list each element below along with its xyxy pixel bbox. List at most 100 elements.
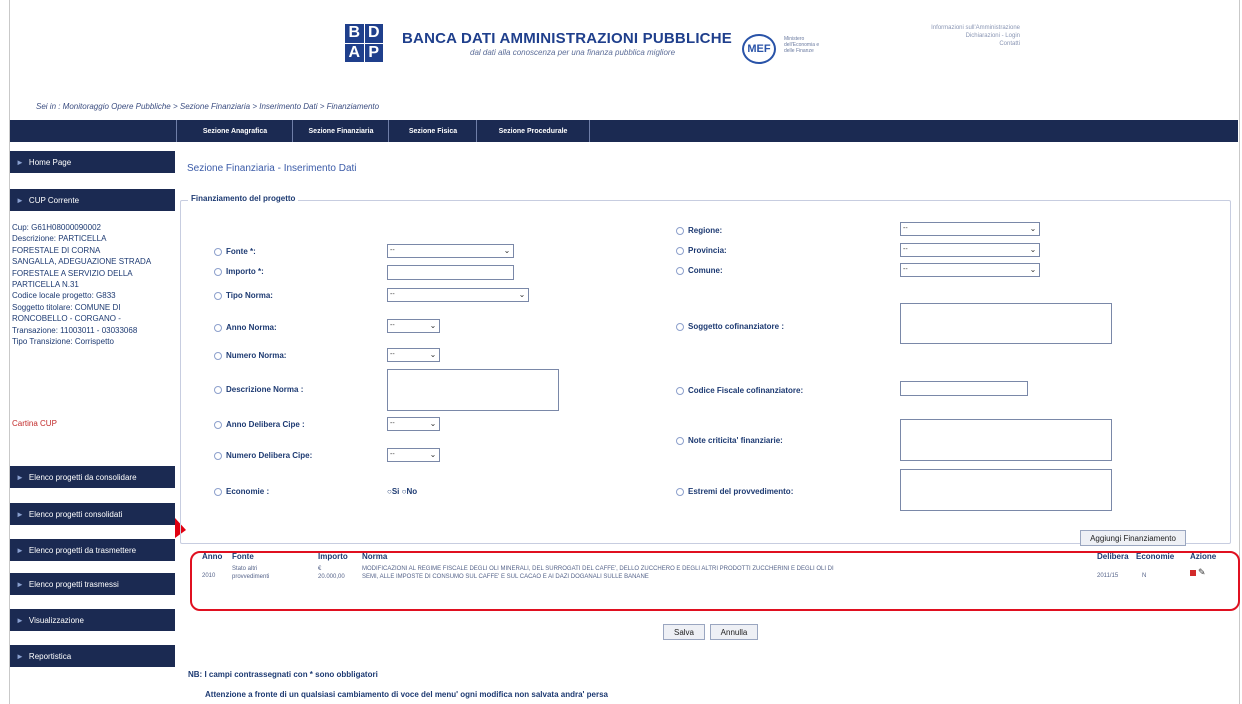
mef-logo[interactable]: MEF [742, 34, 776, 64]
cup-info-line: Codice locale progetto: G833 [12, 291, 116, 301]
sidebar-item-da-trasmettere[interactable]: ► Elenco progetti da trasmettere [10, 539, 175, 561]
label-numero-norma: Numero Norma: [214, 351, 286, 360]
radio-label-si: Si [391, 487, 400, 496]
select-value: -- [390, 451, 395, 458]
sidebar-item-reportistica[interactable]: ► Reportistica [10, 645, 175, 667]
tab-sezione-anagrafica[interactable]: Sezione Anagrafica [176, 120, 293, 142]
fieldset-legend: Finanziamento del progetto [188, 194, 299, 203]
label-descrizione-norma: Descrizione Norma : [214, 385, 303, 394]
label-text: Numero Norma: [226, 351, 287, 360]
tab-sezione-procedurale[interactable]: Sezione Procedurale [476, 120, 590, 142]
tab-sezione-fisica[interactable]: Sezione Fisica [388, 120, 477, 142]
descrizione-norma-textarea[interactable] [387, 369, 559, 411]
breadcrumb: Sei in : Monitoraggio Opere Pubbliche > … [36, 102, 380, 111]
save-button[interactable]: Salva [663, 624, 705, 640]
highlight-box [190, 551, 1240, 611]
tab-sezione-finanziaria[interactable]: Sezione Finanziaria [292, 120, 389, 142]
help-icon [214, 420, 222, 429]
top-link-login[interactable]: Dichiarazioni - Login [870, 32, 1020, 40]
sidebar-cup-label: CUP Corrente [28, 195, 80, 205]
sidebar-item-consolidati[interactable]: ► Elenco progetti consolidati [10, 503, 175, 525]
label-numero-delibera: Numero Delibera Cipe: [214, 451, 312, 460]
top-link-info[interactable]: Informazioni sull'Amministrazione [870, 24, 1020, 32]
cup-info-line: Soggetto titolare: COMUNE DI [12, 302, 121, 312]
top-link-contatti[interactable]: Contatti [870, 40, 1020, 48]
estremi-textarea[interactable] [900, 469, 1112, 511]
cup-info-line: Transazione: 11003011 - 03033068 [12, 325, 138, 335]
numero-delibera-select[interactable]: -- ⌄ [387, 448, 440, 462]
label-comune: Comune: [676, 266, 723, 275]
cancel-button[interactable]: Annulla [710, 624, 758, 640]
cup-info: Cup: G61H08000090002 Descrizione: PARTIC… [12, 222, 172, 347]
economie-radio-group: ○Si ○No [387, 487, 417, 496]
label-codice-fiscale: Codice Fiscale cofinanziatore: [676, 386, 803, 395]
label-text: Comune: [688, 266, 723, 275]
select-value: -- [903, 266, 908, 273]
cup-info-line: SANGALLA, ADEGUAZIONE STRADA [12, 257, 152, 267]
label-text: Economie : [226, 487, 270, 496]
note-criticita-textarea[interactable] [900, 419, 1112, 461]
provincia-select[interactable]: -- ⌄ [900, 243, 1040, 257]
cartina-cup-link[interactable]: Cartina CUP [12, 419, 57, 428]
help-icon [214, 291, 222, 300]
sidebar-home-label: Home Page [28, 157, 72, 167]
mef-text: Ministero dell'Economia e delle Finanze [784, 36, 820, 54]
fonte-select[interactable]: -- ⌄ [387, 244, 514, 258]
top-links: Informazioni sull'Amministrazione Dichia… [870, 24, 1020, 48]
sidebar-cup[interactable]: ► CUP Corrente [10, 189, 175, 211]
help-icon [214, 247, 222, 256]
importo-input[interactable] [387, 265, 514, 280]
chevron-down-icon: ⌄ [1029, 245, 1037, 254]
label-text: Importo *: [226, 267, 264, 276]
help-icon [676, 226, 684, 235]
label-note-criticita: Note criticita' finanziarie: [676, 436, 783, 445]
select-value: -- [390, 247, 395, 254]
label-anno-delibera: Anno Delibera Cipe : [214, 420, 305, 429]
label-text: Note criticita' finanziarie: [688, 436, 783, 445]
label-text: Fonte *: [226, 247, 256, 256]
arrow-icon: ► [16, 509, 24, 519]
help-icon [676, 386, 684, 395]
logo-letter-b: B [345, 24, 364, 43]
arrow-icon: ► [16, 472, 24, 482]
numero-norma-select[interactable]: -- ⌄ [387, 348, 440, 362]
section-title: Sezione Finanziaria - Inserimento Dati [187, 163, 357, 174]
logo-letter-d: D [364, 24, 383, 43]
soggetto-cofinanziatore-textarea[interactable] [900, 303, 1112, 344]
codice-fiscale-input[interactable] [900, 381, 1028, 396]
cup-info-line: Tipo Transizione: Corrispetto [12, 337, 114, 347]
label-soggetto-cofinanziatore: Soggetto cofinanziatore : [676, 322, 784, 331]
top-nav: Sezione Anagrafica Sezione Finanziaria S… [10, 120, 1238, 142]
label-provincia: Provincia: [676, 246, 727, 255]
comune-select[interactable]: -- ⌄ [900, 263, 1040, 277]
logo-letter-a: A [345, 43, 364, 62]
logo-letter-p: P [364, 43, 383, 62]
label-text: Anno Norma: [226, 323, 277, 332]
bdap-logo[interactable]: B D A P [345, 24, 383, 62]
chevron-down-icon: ⌄ [429, 350, 437, 359]
warning-note: Attenzione a fronte di un qualsiasi camb… [205, 690, 608, 699]
sidebar-home[interactable]: ► Home Page [10, 151, 175, 173]
sidebar-item-label: Elenco progetti da trasmettere [28, 545, 137, 555]
label-anno-norma: Anno Norma: [214, 323, 277, 332]
chevron-down-icon: ⌄ [1029, 224, 1037, 233]
label-fonte: Fonte *: [214, 247, 256, 256]
label-text: Provincia: [688, 246, 727, 255]
aggiungi-finanziamento-button[interactable]: Aggiungi Finanziamento [1080, 530, 1186, 546]
radio-label-no: No [406, 487, 418, 496]
cup-info-line: PARTICELLA N.31 [12, 280, 79, 290]
sidebar-item-visualizzazione[interactable]: ► Visualizzazione [10, 609, 175, 631]
arrow-icon: ► [16, 651, 24, 661]
select-value: -- [390, 291, 395, 298]
cup-info-line: Cup: G61H08000090002 [12, 223, 101, 232]
site-subtitle: dal dati alla conoscenza per una finanza… [470, 48, 676, 57]
label-regione: Regione: [676, 226, 722, 235]
tipo-norma-select[interactable]: -- ⌄ [387, 288, 529, 302]
select-value: -- [903, 246, 908, 253]
anno-norma-select[interactable]: -- ⌄ [387, 319, 440, 333]
help-icon [676, 436, 684, 445]
sidebar-item-da-consolidare[interactable]: ► Elenco progetti da consolidare [10, 466, 175, 488]
anno-delibera-select[interactable]: -- ⌄ [387, 417, 440, 431]
sidebar-item-trasmessi[interactable]: ► Elenco progetti trasmessi [10, 573, 175, 595]
regione-select[interactable]: -- ⌄ [900, 222, 1040, 236]
